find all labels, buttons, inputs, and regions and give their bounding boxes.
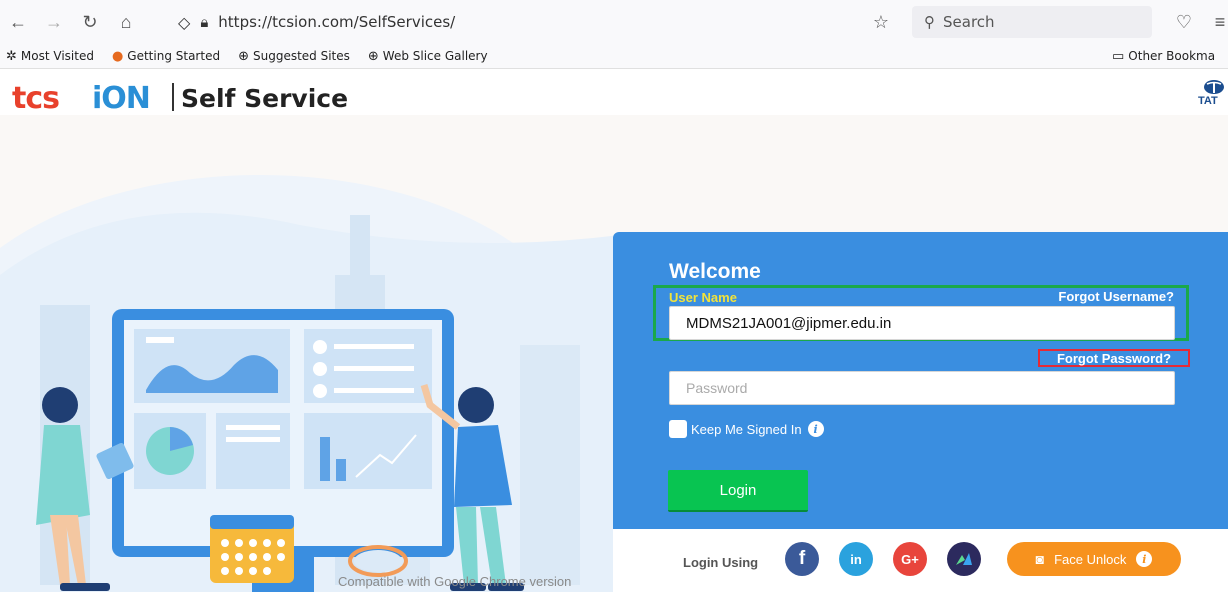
page: tcs iON Self Service TAT Compatible with… (0, 69, 1228, 592)
other-bookmarks[interactable]: ▭ Other Bookma (1112, 49, 1215, 64)
password-input[interactable]: Password (669, 371, 1175, 405)
linkedin-icon[interactable]: in (839, 542, 873, 576)
page-title: Self Service (181, 84, 349, 113)
search-box[interactable]: ⚲ Search (912, 6, 1152, 38)
bookmark-label: Most Visited (20, 49, 94, 63)
face-scan-icon: ◙ (1035, 551, 1045, 567)
url-text[interactable]: https://tcsion.com/SelfServices/ (218, 13, 455, 31)
username-label: User Name (669, 290, 737, 305)
other-login-glyph-icon (956, 553, 972, 565)
shield-icon[interactable]: ◇ (178, 13, 190, 32)
keep-signed-in-label: Keep Me Signed In (691, 421, 802, 437)
tata-emblem-icon (1204, 80, 1224, 94)
forgot-username-link[interactable]: Forgot Username? (1058, 289, 1174, 304)
site-header: tcs iON Self Service TAT (0, 69, 1228, 116)
other-login-icon[interactable] (947, 542, 981, 576)
bookmark-suggested-sites[interactable]: ⊕ Suggested Sites (238, 49, 350, 64)
facebook-icon[interactable]: f (785, 542, 819, 576)
keep-signed-in-checkbox[interactable] (669, 420, 687, 438)
bookmark-label: Suggested Sites (252, 49, 350, 63)
login-panel: Welcome User Name Forgot Username? MDMS2… (613, 232, 1228, 529)
browser-toolbar: ← → ↻ ⌂ ◇ 🔒︎ https://tcsion.com/SelfServ… (0, 0, 1228, 44)
forward-icon[interactable]: → (40, 8, 68, 36)
bookmark-getting-started[interactable]: ● Getting Started (112, 49, 220, 64)
info-icon[interactable]: i (1136, 551, 1153, 567)
home-icon[interactable]: ⌂ (112, 8, 140, 36)
login-button[interactable]: Login (668, 470, 808, 512)
bookmark-web-slice-gallery[interactable]: ⊕ Web Slice Gallery (368, 49, 488, 64)
illustration (0, 175, 620, 592)
lock-icon[interactable]: 🔒︎ (200, 13, 208, 31)
info-icon[interactable]: i (807, 421, 824, 437)
back-icon[interactable]: ← (4, 8, 32, 36)
welcome-heading: Welcome (669, 260, 761, 283)
bookmark-star-icon[interactable]: ☆ (873, 12, 889, 33)
url-bar[interactable]: ◇ 🔒︎ https://tcsion.com/SelfServices/ ☆ (178, 6, 893, 38)
username-input[interactable]: MDMS21JA001@jipmer.edu.in (669, 306, 1175, 340)
bookmark-most-visited[interactable]: ✲ Most Visited (6, 49, 94, 64)
google-plus-icon[interactable]: G+ (893, 542, 927, 576)
menu-icon[interactable]: ≡ (1206, 8, 1228, 36)
firefox-icon: ● (111, 48, 124, 64)
globe-icon: ⊕ (238, 48, 249, 64)
logo-tcs: tcs (12, 81, 60, 116)
logo-divider (172, 83, 174, 111)
tata-logo: TAT (1198, 79, 1228, 107)
face-unlock-button[interactable]: ◙ Face Unlock i (1007, 542, 1181, 576)
gear-icon: ✲ (6, 48, 17, 64)
search-placeholder: Search (943, 13, 995, 31)
tata-text: TAT (1198, 95, 1218, 107)
logo-ion: iON (92, 81, 151, 116)
keep-signed-in[interactable]: Keep Me Signed In i (669, 420, 824, 438)
face-unlock-label: Face Unlock (1054, 551, 1127, 567)
bookmark-label: Other Bookma (1128, 49, 1216, 63)
login-using-label: Login Using (683, 555, 759, 570)
folder-icon: ▭ (1112, 48, 1125, 64)
browser-compatibility-note: Compatible with Google Chrome version (338, 574, 572, 589)
globe-icon: ⊕ (367, 48, 379, 64)
bookmark-label: Web Slice Gallery (382, 49, 488, 63)
bookmark-label: Getting Started (127, 49, 221, 63)
reload-icon[interactable]: ↻ (76, 8, 104, 36)
forgot-password-link[interactable]: Forgot Password? (1038, 349, 1190, 367)
bookmarks-bar: ✲ Most Visited ● Getting Started ⊕ Sugge… (0, 44, 1228, 69)
social-login-row: Login Using f in G+ ◙ Face Unlock i (613, 529, 1228, 592)
pocket-icon[interactable]: ♡ (1170, 8, 1198, 36)
search-icon: ⚲ (924, 13, 935, 31)
